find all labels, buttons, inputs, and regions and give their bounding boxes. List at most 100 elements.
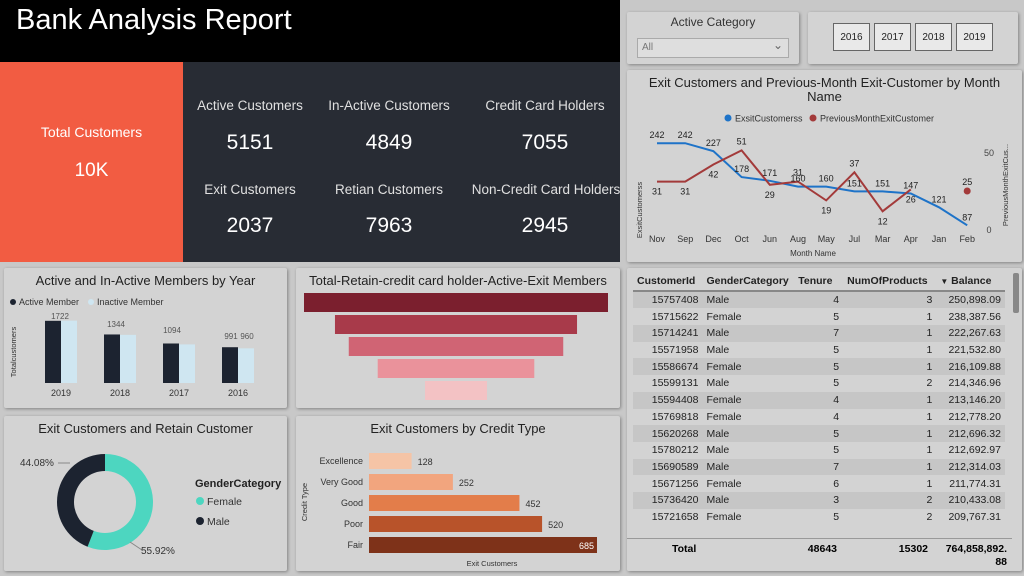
cell-balance: 211,774.31	[949, 477, 1001, 490]
x-tick-label: 2017	[169, 388, 189, 398]
cell-balance: 212,696.32	[948, 427, 1001, 440]
cell-tenure: 5	[833, 427, 840, 440]
credit-type-panel: Exit Customers by Credit Type Credit Typ…	[296, 416, 620, 571]
cell-gender: Male	[706, 344, 730, 357]
cell-customerid: 15594408	[651, 394, 699, 407]
year-button-2019[interactable]: 2019	[956, 23, 993, 51]
legend-label-inactive: Inactive Member	[97, 297, 164, 307]
data-label-prev: 26	[906, 194, 916, 204]
x-tick-label: Jun	[763, 234, 778, 244]
data-label-prev: 19	[821, 205, 831, 215]
cell-balance: 209,767.31	[948, 510, 1001, 523]
table-scrollbar[interactable]	[1013, 273, 1019, 313]
cell-products: 1	[926, 477, 933, 490]
bar-inactive	[179, 344, 195, 383]
legend-marker-inactive	[88, 299, 94, 305]
funnel-bar	[334, 315, 578, 334]
funnel-bar	[348, 337, 564, 356]
total-products: 15302	[898, 543, 928, 555]
cell-gender: Female	[706, 310, 742, 323]
x-tick-label: 2019	[51, 388, 71, 398]
table-row[interactable]: 15721658 Female 5 2 209,767.31	[633, 508, 1005, 526]
y-axis-label-left: ExsitCustomerss	[635, 182, 644, 239]
table-row[interactable]: 15757408 Male 4 3 250,898.09	[633, 290, 1005, 309]
table-row[interactable]: 15571958 Male 5 1 221,532.80	[633, 341, 1005, 359]
table-row[interactable]: 15780212 Male 5 1 212,692.97	[633, 441, 1005, 459]
cell-customerid: 15620268	[651, 427, 699, 440]
kpi-label-inactive: In-Active Customers	[328, 98, 450, 113]
table-row[interactable]: 15736420 Male 3 2 210,433.08	[633, 491, 1005, 509]
cell-balance: 214,346.96	[948, 377, 1001, 390]
table-row[interactable]: 15690589 Male 7 1 212,314.03	[633, 458, 1005, 476]
total-customers-card: Total Customers 10K	[0, 62, 183, 262]
hbar	[369, 453, 412, 469]
table-row[interactable]: 15715622 Female 5 1 238,387.56	[633, 308, 1005, 326]
column-header-products[interactable]: NumOfProducts	[843, 273, 937, 292]
column-header-gender[interactable]: GenderCategory	[702, 273, 795, 292]
y-tick-label: Excellence	[319, 456, 363, 466]
cell-products: 1	[926, 360, 933, 373]
data-label-exit: 121	[931, 194, 946, 204]
table-row[interactable]: 15620268 Male 5 1 212,696.32	[633, 425, 1005, 442]
cell-products: 1	[926, 444, 933, 457]
total-label: Total	[672, 543, 697, 555]
table-total-row: Total 48643 15302 764,858,892.88	[627, 538, 1012, 571]
active-category-label: Active Category	[670, 15, 756, 29]
column-header-customerid[interactable]: CustomerId	[633, 273, 703, 292]
cell-products: 2	[926, 494, 933, 507]
cell-balance: 250,898.09	[948, 294, 1001, 307]
cell-balance: 212,692.97	[948, 444, 1001, 457]
year-button-2016[interactable]: 2016	[833, 23, 870, 51]
cell-gender: Male	[706, 427, 730, 440]
series-point-prev	[963, 187, 971, 195]
data-label: 128	[418, 457, 433, 467]
cell-gender: Male	[706, 377, 730, 390]
active-category-dropdown[interactable]: All ⌄	[637, 38, 789, 58]
data-label-exit: 147	[903, 181, 918, 191]
year-button-2018[interactable]: 2018	[915, 23, 952, 51]
table-row[interactable]: 15586674 Female 5 1 216,109.88	[633, 358, 1005, 376]
cell-customerid: 15571958	[651, 344, 699, 357]
column-header-balance[interactable]: ▼ Balance	[936, 273, 1005, 292]
cell-gender: Female	[706, 510, 742, 523]
hbar	[369, 537, 597, 553]
column-header-tenure[interactable]: Tenure	[794, 273, 844, 292]
table-row[interactable]: 15671256 Female 6 1 211,774.31	[633, 475, 1005, 492]
cell-tenure: 7	[833, 327, 840, 340]
exit-retain-chart: 44.08% 55.92% GenderCategory Female Male	[20, 454, 282, 557]
cell-tenure: 5	[833, 510, 840, 523]
kpi-value-active: 5151	[226, 131, 274, 154]
data-label: 520	[548, 520, 563, 530]
x-tick-label: Aug	[790, 234, 806, 244]
cell-products: 1	[926, 427, 933, 440]
page-title: Bank Analysis Report	[16, 4, 292, 36]
cell-customerid: 15721658	[651, 510, 699, 523]
cell-products: 1	[926, 344, 933, 357]
cell-tenure: 5	[833, 360, 840, 373]
cell-customerid: 15757408	[651, 294, 699, 307]
active-category-value: All	[642, 42, 654, 53]
legend-marker-exit	[724, 114, 732, 122]
y-tick-label: Good	[341, 498, 363, 508]
year-button-2017[interactable]: 2017	[874, 23, 911, 51]
x-tick-label: May	[818, 234, 836, 244]
data-label-female: 55.92%	[141, 546, 175, 557]
cell-gender: Female	[706, 394, 742, 407]
y-tick-label: Poor	[344, 519, 363, 529]
table-row[interactable]: 15714241 Male 7 1 222,267.63	[633, 325, 1005, 342]
year-slicer: 2016 2017 2018 2019	[808, 12, 1018, 64]
cell-tenure: 4	[833, 294, 840, 307]
kpi-value-credit-card: 7055	[521, 131, 569, 154]
cell-customerid: 15736420	[651, 494, 699, 507]
cell-customerid: 15690589	[651, 460, 699, 473]
total-customers-value: 10K	[74, 160, 109, 181]
table-row[interactable]: 15599131 Male 5 2 214,346.96	[633, 375, 1005, 392]
legend-marker-prev	[809, 114, 817, 122]
data-label: 1722	[51, 312, 69, 321]
cell-tenure: 4	[833, 410, 840, 423]
data-label-exit: 151	[847, 178, 862, 188]
funnel-chart	[304, 293, 608, 400]
table-row[interactable]: 15594408 Female 4 1 213,146.20	[633, 391, 1005, 409]
table-row[interactable]: 15769818 Female 4 1 212,778.20	[633, 408, 1005, 426]
y-axis-label: Credit Type	[300, 483, 309, 521]
